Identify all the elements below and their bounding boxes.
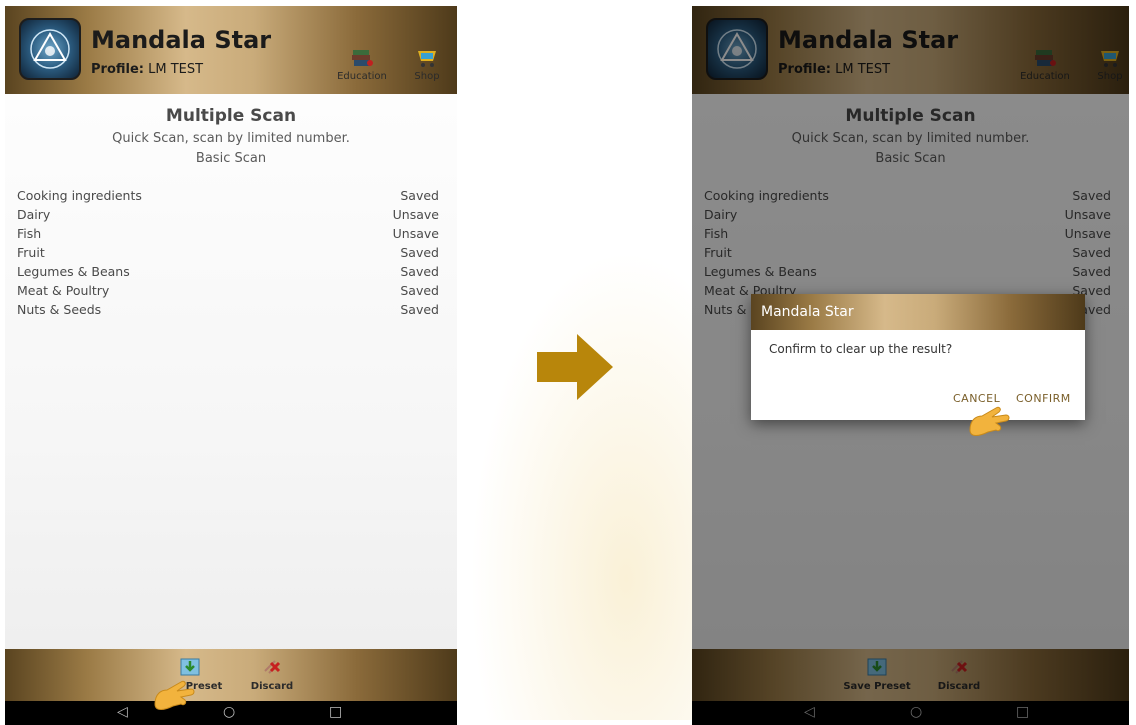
dialog-message: Confirm to clear up the result? — [769, 342, 953, 356]
shop-button[interactable]: Shop — [402, 46, 452, 82]
list-item[interactable]: Cooking ingredients Saved — [17, 186, 439, 205]
page-subtitle: Quick Scan, scan by limited number. — [112, 131, 350, 146]
item-name: Dairy — [17, 207, 51, 222]
bottom-toolbar: Preset Discard — [5, 649, 457, 701]
item-name: Legumes & Beans — [17, 264, 130, 279]
item-name: Meat & Poultry — [17, 283, 110, 298]
background-watermark — [470, 250, 730, 720]
arrow-right-icon — [537, 334, 613, 404]
profile-line: Profile: LM TEST — [91, 62, 203, 77]
page-title: Multiple Scan — [165, 106, 297, 126]
profile-name: LM TEST — [148, 62, 204, 77]
profile-label: Profile: — [91, 62, 144, 77]
app-title: Mandala Star — [91, 26, 272, 54]
recents-button[interactable]: □ — [329, 704, 342, 720]
home-button[interactable]: ○ — [223, 704, 235, 720]
right-screen: Mandala Star Profile: LM TEST Education … — [692, 6, 1129, 725]
item-status: Saved — [400, 245, 439, 260]
education-books-icon — [350, 46, 374, 68]
back-button[interactable]: ◁ — [117, 704, 128, 720]
item-name: Cooking ingredients — [17, 188, 142, 203]
item-status: Saved — [400, 302, 439, 317]
logo-icon — [19, 18, 81, 80]
discard-label: Discard — [250, 681, 294, 692]
list-item[interactable]: Legumes & Beans Saved — [17, 262, 439, 281]
dialog-title: Mandala Star — [751, 294, 1085, 330]
list-item[interactable]: Fish Unsave — [17, 224, 439, 243]
item-status: Unsave — [392, 207, 439, 222]
list-item[interactable]: Meat & Poultry Saved — [17, 281, 439, 300]
education-label: Education — [337, 71, 387, 82]
discard-icon — [261, 657, 283, 677]
scan-type: Basic Scan — [195, 151, 267, 166]
item-name: Fruit — [17, 245, 45, 260]
item-name: Nuts & Seeds — [17, 302, 102, 317]
item-status: Saved — [400, 264, 439, 279]
app-header: Mandala Star Profile: LM TEST Education … — [5, 6, 457, 94]
item-name: Fish — [17, 226, 42, 241]
item-status: Unsave — [392, 226, 439, 241]
education-button[interactable]: Education — [337, 46, 387, 82]
system-navbar: ◁ ○ □ — [5, 701, 457, 725]
confirm-dialog: Mandala Star Confirm to clear up the res… — [751, 294, 1085, 420]
confirm-button[interactable]: CONFIRM — [1016, 392, 1071, 405]
pointing-hand-icon — [966, 400, 1014, 449]
shop-label: Shop — [414, 71, 440, 82]
list-item[interactable]: Dairy Unsave — [17, 205, 439, 224]
discard-button[interactable]: Discard — [237, 657, 307, 692]
list-item[interactable]: Nuts & Seeds Saved — [17, 300, 439, 319]
shop-cart-icon — [415, 46, 439, 68]
item-status: Saved — [400, 188, 439, 203]
left-screen: Mandala Star Profile: LM TEST Education … — [5, 6, 457, 725]
item-status: Saved — [400, 283, 439, 298]
pointing-hand-icon — [151, 674, 199, 723]
list-item[interactable]: Fruit Saved — [17, 243, 439, 262]
results-list: Cooking ingredients Saved Dairy Unsave Fis… — [17, 186, 439, 319]
